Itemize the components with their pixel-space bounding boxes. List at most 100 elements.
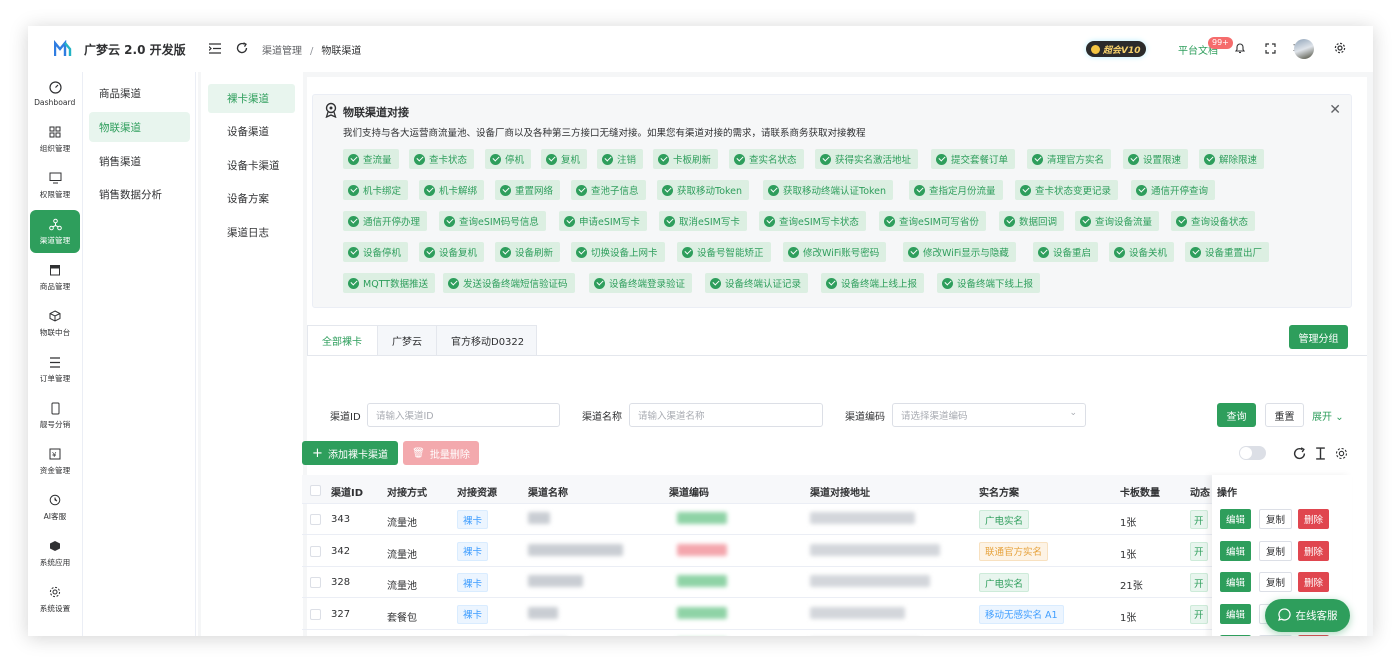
menu-fold-icon[interactable] <box>208 41 222 55</box>
tab-official-mobile[interactable]: 官方移动D0322 <box>436 325 537 355</box>
chip-label: 查卡状态 <box>429 155 468 166</box>
rail-item-settings[interactable]: 系统设置 <box>30 578 80 621</box>
submenu-item-iot-channel[interactable]: 物联渠道 <box>89 112 190 142</box>
redacted-channel-name <box>528 543 623 556</box>
submenu-item-goods-channel[interactable]: 商品渠道 <box>89 78 190 108</box>
main-rail-nav: Dashboard 组织管理 权限管理 渠道管理 商品管理 物联中台 订单管理 <box>28 72 83 636</box>
rail-item-channel[interactable]: 渠道管理 <box>30 210 80 253</box>
copy-button[interactable]: 复制 <box>1259 509 1293 529</box>
rail-item-iot[interactable]: 物联中台 <box>30 302 80 345</box>
capability-chip: 通信开停查询 <box>1131 180 1216 200</box>
edit-button[interactable]: 编辑 <box>1220 509 1252 529</box>
row-checkbox[interactable] <box>310 545 321 557</box>
cube-icon <box>48 309 62 323</box>
check-circle-icon <box>734 153 745 165</box>
settings-gear-icon[interactable] <box>1333 41 1347 55</box>
reset-button[interactable]: 重置 <box>1265 403 1304 427</box>
table-row[interactable]: 342 流量池 裸卡 联通官方实名 1张 开 <box>302 536 1352 567</box>
chip-label: 查询eSIM可写省份 <box>899 217 979 228</box>
notification-badge: 99+ <box>1208 37 1233 49</box>
member-badge[interactable]: 超会V10 <box>1086 41 1146 57</box>
batch-delete-button[interactable]: 🗑 批量删除 <box>403 441 479 465</box>
add-bare-card-channel-button[interactable]: + 添加裸卡渠道 <box>302 441 398 465</box>
cell-count: 1张 <box>1120 612 1137 624</box>
channel-id-input[interactable]: 请输入渠道ID <box>367 403 560 427</box>
breadcrumb-item[interactable]: 渠道管理 <box>262 46 302 57</box>
check-circle-icon <box>602 153 613 165</box>
refresh-icon[interactable] <box>235 41 249 55</box>
copy-button[interactable]: 复制 <box>1259 540 1293 561</box>
row-checkbox[interactable] <box>310 608 321 620</box>
rail-item-dashboard[interactable]: Dashboard <box>30 72 80 115</box>
rail-label: 物联中台 <box>39 328 71 337</box>
rail-item-funds[interactable]: ¥ 资金管理 <box>30 440 80 483</box>
channel-name-input[interactable]: 请输入渠道名称 <box>629 403 823 427</box>
rail-label: 商品管理 <box>39 282 71 291</box>
expand-toggle[interactable]: 展开 ⌄ <box>1312 408 1344 423</box>
edit-button[interactable]: 编辑 <box>1220 572 1252 592</box>
refresh-icon[interactable] <box>1293 447 1306 460</box>
close-icon[interactable]: ✕ <box>1329 102 1341 118</box>
app-logo[interactable]: 广梦云 2.0 开发版 <box>28 26 198 72</box>
phone-icon <box>48 401 62 415</box>
table-row[interactable]: 343 流量池 裸卡 广电实名 1张 开 <box>302 504 1352 535</box>
nav-device-channel[interactable]: 设备渠道 <box>208 117 295 146</box>
nav-device-card-channel[interactable]: 设备卡渠道 <box>208 151 295 180</box>
table-row[interactable]: 328 流量池 裸卡 广电实名 21张 开 <box>302 567 1352 598</box>
table-header: 渠道ID 对接方式 对接资源 渠道名称 渠道编码 渠道对接地址 实名方案 卡板数… <box>302 475 1352 504</box>
rail-item-ai[interactable]: AI客服 <box>30 486 80 529</box>
capability-chip: 获取移动终端认证Token <box>763 180 894 200</box>
delete-button[interactable]: 删除 <box>1298 572 1330 592</box>
edit-button[interactable]: 编辑 <box>1220 540 1252 561</box>
column-height-icon[interactable] <box>1314 447 1327 460</box>
submenu-item-sales-analysis[interactable]: 销售数据分析 <box>89 179 190 209</box>
bell-icon[interactable] <box>1233 41 1247 55</box>
tab-all-bare-cards[interactable]: 全部裸卡 <box>307 325 378 355</box>
user-avatar[interactable] <box>1294 39 1314 59</box>
table-settings-icon[interactable] <box>1335 447 1348 460</box>
copy-button[interactable]: 复制 <box>1259 572 1293 592</box>
capability-chip: 查池子信息 <box>571 180 646 200</box>
nav-bare-card-channel[interactable]: 裸卡渠道 <box>208 84 295 113</box>
cell-dynamic-tag: 开 <box>1190 604 1208 624</box>
table-row[interactable]: 326套餐包裸卡移动无感实名 A11张开 <box>302 630 1352 636</box>
copy-button[interactable]: 复制 <box>1259 635 1293 636</box>
select-all-checkbox[interactable] <box>310 485 321 496</box>
cell-resource-tag: 裸卡 <box>457 510 489 529</box>
delete-button[interactable]: 删除 <box>1298 509 1330 529</box>
row-checkbox[interactable] <box>310 514 321 525</box>
chip-label: 查询eSIM写卡状态 <box>779 217 859 228</box>
cell-mode: 流量池 <box>387 581 417 592</box>
fullscreen-icon[interactable] <box>1263 41 1277 55</box>
chip-label: 设备终端认证记录 <box>725 279 802 290</box>
row-checkbox[interactable] <box>310 577 321 588</box>
capability-chip: 重置网络 <box>495 180 561 200</box>
rail-item-goods[interactable]: 商品管理 <box>30 256 80 299</box>
nav-device-plan[interactable]: 设备方案 <box>208 184 295 213</box>
edit-button[interactable]: 编辑 <box>1220 603 1252 624</box>
rail-item-org[interactable]: 组织管理 <box>30 118 80 161</box>
query-button[interactable]: 查询 <box>1217 403 1256 427</box>
rail-item-numbers[interactable]: 靓号分销 <box>30 394 80 437</box>
view-switch[interactable] <box>1239 446 1266 460</box>
delete-button[interactable]: 删除 <box>1298 540 1330 561</box>
check-circle-icon <box>1114 246 1125 258</box>
manage-group-button[interactable]: 管理分组 <box>1289 325 1348 349</box>
edit-button[interactable]: 编辑 <box>1220 635 1252 636</box>
capability-chip: 卡板刷新 <box>653 149 719 169</box>
submenu-item-sales-channel[interactable]: 销售渠道 <box>89 146 190 176</box>
online-service-button[interactable]: 在线客服 <box>1265 599 1350 632</box>
table-row[interactable]: 327 套餐包 裸卡 移动无感实名 A1 1张 开 <box>302 599 1352 630</box>
chip-label: 机卡绑定 <box>363 186 402 197</box>
delete-button[interactable]: 删除 <box>1298 635 1330 636</box>
chip-label: 查卡状态变更记录 <box>1035 186 1112 197</box>
rail-item-apps[interactable]: 系统应用 <box>30 532 80 575</box>
chip-label: 查指定月份流量 <box>929 186 996 197</box>
channel-code-select[interactable]: 请选择渠道编码 ⌄ <box>892 403 1086 427</box>
col-header-count: 卡板数量 <box>1120 488 1160 499</box>
check-circle-icon <box>500 184 511 196</box>
rail-item-permission[interactable]: 权限管理 <box>30 164 80 207</box>
nav-channel-log[interactable]: 渠道日志 <box>208 218 295 247</box>
rail-item-orders[interactable]: 订单管理 <box>30 348 80 391</box>
tab-guangmengyun[interactable]: 广梦云 <box>377 325 437 355</box>
